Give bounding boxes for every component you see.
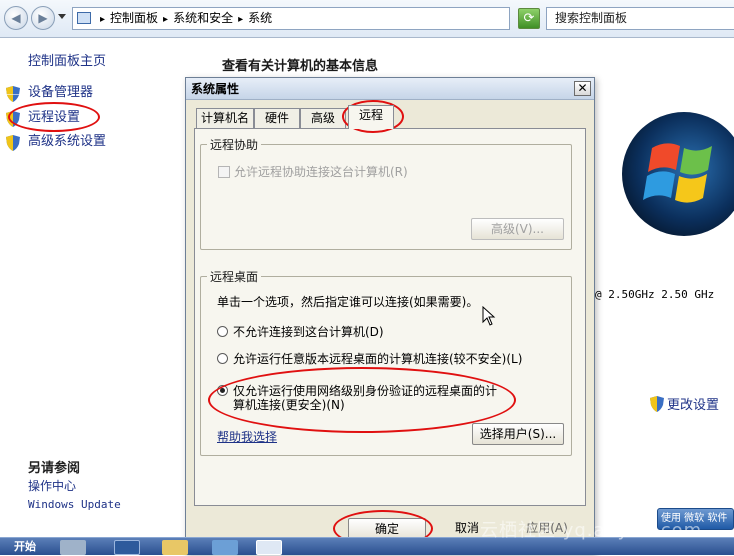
page-title: 查看有关计算机的基本信息 bbox=[222, 59, 379, 74]
server-manager-icon[interactable] bbox=[60, 540, 86, 555]
change-settings-link[interactable]: 更改设置 bbox=[650, 394, 719, 413]
windows-update-link[interactable]: Windows Update bbox=[28, 498, 121, 511]
see-also-heading: 另请参阅 bbox=[28, 461, 81, 476]
checkbox-box bbox=[218, 166, 230, 178]
radio-allow-any-version[interactable]: 允许运行任意版本远程桌面的计算机连接(较不安全)(L) bbox=[217, 350, 522, 367]
system-properties-taskbar-icon[interactable] bbox=[256, 540, 282, 555]
task-label: 高级系统设置 bbox=[28, 134, 107, 149]
change-settings-label: 更改设置 bbox=[667, 398, 720, 413]
radio-button bbox=[217, 326, 228, 337]
breadcrumb-control-panel[interactable]: 控制面板 bbox=[110, 11, 158, 25]
uac-shield-icon bbox=[6, 110, 20, 127]
start-button[interactable]: 开始 bbox=[0, 538, 36, 556]
control-panel-icon bbox=[77, 12, 91, 24]
system-properties-dialog: 系统属性 ✕ 计算机名 硬件 高级 远程 远程协助 允许远程协助连接这台计算机(… bbox=[185, 77, 595, 555]
radio-label: 不允许连接到这台计算机(D) bbox=[233, 325, 384, 339]
select-users-button[interactable]: 选择用户(S)... bbox=[472, 423, 564, 445]
help-me-choose-link[interactable]: 帮助我选择 bbox=[217, 428, 277, 445]
mouse-cursor-icon bbox=[482, 306, 496, 326]
uac-shield-icon bbox=[6, 86, 20, 102]
windows-logo-icon bbox=[622, 112, 734, 236]
radio-allow-nla-only[interactable]: 仅允许运行使用网络级别身份验证的远程桌面的计算机连接(更安全)(N) bbox=[217, 384, 505, 412]
radio-button bbox=[217, 353, 228, 364]
advanced-button[interactable]: 高级(V)... bbox=[471, 218, 564, 240]
uac-shield-icon bbox=[6, 135, 20, 151]
processor-speed: @ 2.50GHz 2.50 GHz bbox=[595, 288, 715, 301]
breadcrumb-separator-icon: ▸ bbox=[163, 14, 169, 25]
close-button[interactable]: ✕ bbox=[574, 81, 591, 96]
task-label: 远程设置 bbox=[28, 109, 81, 125]
powershell-icon[interactable] bbox=[114, 540, 140, 555]
tab-hardware[interactable]: 硬件 bbox=[254, 108, 300, 128]
dialog-titlebar: 系统属性 ✕ bbox=[186, 78, 594, 100]
checkbox-label: 允许远程协助连接这台计算机(R) bbox=[234, 165, 408, 179]
task-label: 设备管理器 bbox=[28, 85, 94, 100]
tab-advanced[interactable]: 高级 bbox=[300, 108, 346, 128]
refresh-icon: ⟳ bbox=[523, 11, 535, 26]
search-input[interactable]: 搜索控制面板 bbox=[546, 7, 734, 30]
breadcrumb-system[interactable]: 系统 bbox=[248, 11, 272, 25]
refresh-button[interactable]: ⟳ bbox=[518, 8, 540, 29]
back-button[interactable]: ◀ bbox=[4, 6, 28, 30]
breadcrumb-system-security[interactable]: 系统和安全 bbox=[173, 11, 233, 25]
radio-label: 允许运行任意版本远程桌面的计算机连接(较不安全)(L) bbox=[233, 352, 523, 366]
uac-shield-icon bbox=[650, 396, 664, 412]
breadcrumb-separator-icon: ▸ bbox=[238, 14, 244, 25]
watermark-text: 云栖社区 yq.aliyun.com bbox=[480, 520, 703, 541]
explorer-icon[interactable] bbox=[162, 540, 188, 555]
tab-remote[interactable]: 远程 bbox=[348, 105, 394, 129]
dialog-title: 系统属性 bbox=[191, 82, 240, 96]
close-icon: ✕ bbox=[577, 81, 588, 95]
tab-computer-name[interactable]: 计算机名 bbox=[196, 108, 254, 128]
breadcrumb-separator-icon: ▸ bbox=[100, 14, 106, 25]
remote-assistance-legend: 远程协助 bbox=[210, 138, 259, 152]
forward-arrow-icon: ▶ bbox=[38, 11, 48, 25]
radio-button-selected bbox=[217, 385, 228, 396]
address-bar[interactable]: ▸ 控制面板 ▸ 系统和安全 ▸ 系统 bbox=[72, 7, 510, 30]
back-arrow-icon: ◀ bbox=[11, 11, 21, 25]
address-toolbar: ◀ ▶ ▸ 控制面板 ▸ 系统和安全 ▸ 系统 ⟳ 搜索控制面板 bbox=[0, 0, 734, 38]
forward-button[interactable]: ▶ bbox=[31, 6, 55, 30]
remote-desktop-legend: 远程桌面 bbox=[210, 270, 259, 284]
action-center-link[interactable]: 操作中心 bbox=[28, 477, 76, 494]
remote-desktop-description: 单击一个选项，然后指定谁可以连接(如果需要)。 bbox=[217, 295, 479, 309]
radio-label: 仅允许运行使用网络级别身份验证的远程桌面的计算机连接(更安全)(N) bbox=[233, 384, 498, 412]
radio-deny-connections[interactable]: 不允许连接到这台计算机(D) bbox=[217, 323, 384, 340]
control-panel-taskbar-icon[interactable] bbox=[212, 540, 238, 555]
control-panel-home-link[interactable]: 控制面板主页 bbox=[28, 50, 106, 69]
allow-remote-assistance-checkbox[interactable]: 允许远程协助连接这台计算机(R) bbox=[218, 163, 408, 180]
history-dropdown-icon[interactable] bbox=[58, 14, 66, 19]
